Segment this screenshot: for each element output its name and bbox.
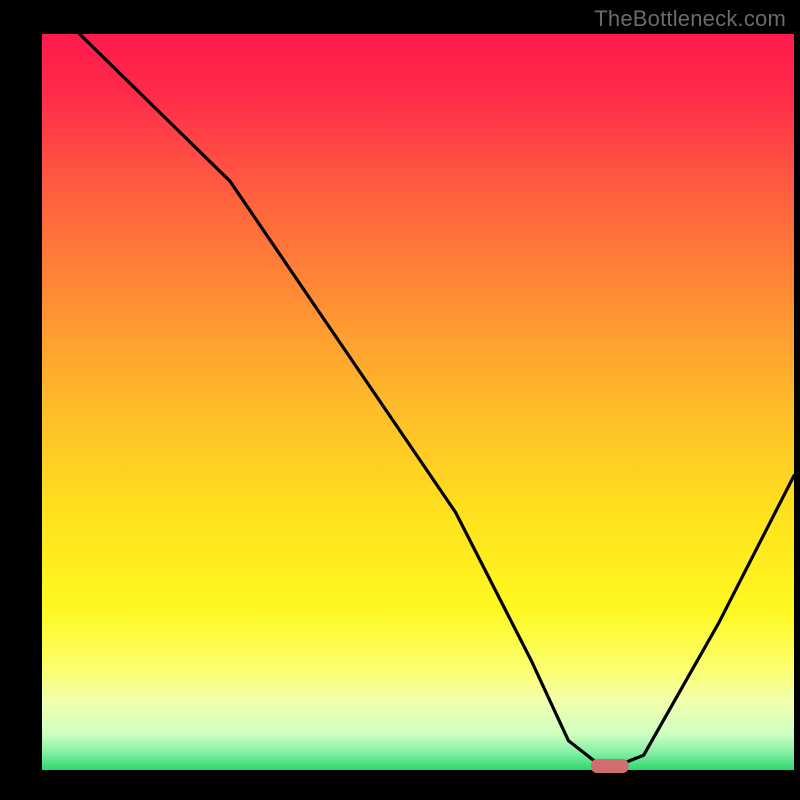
plot-gradient bbox=[42, 34, 794, 770]
optimal-zone-marker bbox=[591, 759, 629, 773]
chart-frame: { "watermark": "TheBottleneck.com", "cha… bbox=[0, 0, 800, 800]
chart-svg bbox=[0, 0, 800, 800]
watermark-text: TheBottleneck.com bbox=[594, 6, 786, 32]
